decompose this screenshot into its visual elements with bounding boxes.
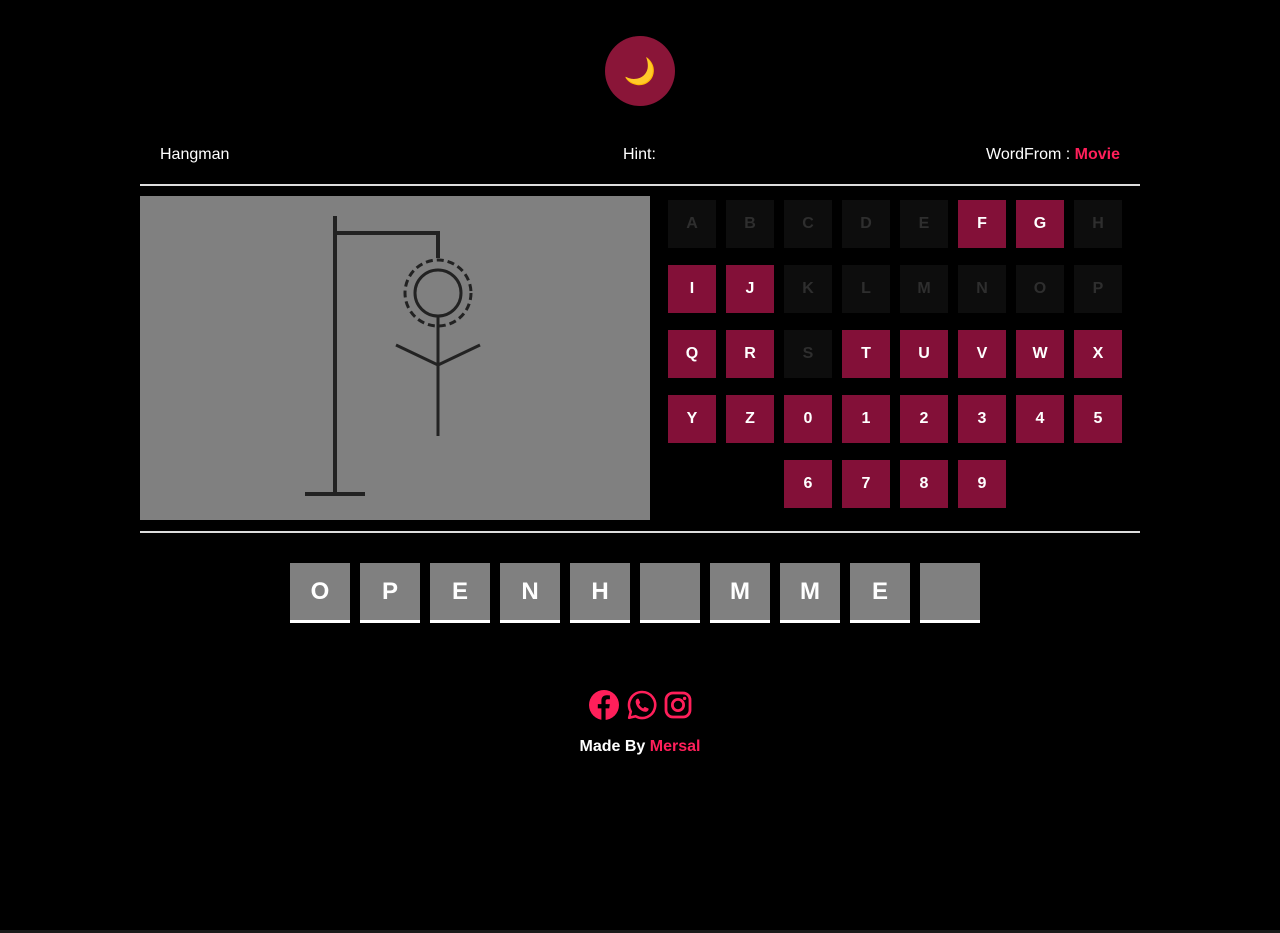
letter-slot [640, 563, 700, 623]
hangman-right-arm [437, 343, 481, 367]
key-f[interactable]: F [958, 200, 1006, 248]
key-z[interactable]: Z [726, 395, 774, 443]
key-g[interactable]: G [1016, 200, 1064, 248]
key-p[interactable]: P [1074, 265, 1122, 313]
key-8[interactable]: 8 [900, 460, 948, 508]
word-category: WordFrom : Movie [986, 146, 1120, 164]
key-e[interactable]: E [900, 200, 948, 248]
divider-bottom [140, 531, 1140, 533]
letter-slot: H [570, 563, 630, 623]
letter-slot [920, 563, 980, 623]
letter-keyboard: ABCDEFGH IJKLMNOP QRSTUVWX YZ012345 6789 [668, 200, 1128, 520]
hangman-drawing [305, 216, 481, 496]
hint-label: Hint: [623, 146, 656, 163]
key-y[interactable]: Y [668, 395, 716, 443]
key-a[interactable]: A [668, 200, 716, 248]
game-header: Hangman Hint: WordFrom : Movie [140, 140, 1140, 170]
key-w[interactable]: W [1016, 330, 1064, 378]
hangman-page: 🌙 Hangman Hint: WordFrom : Movie A B C D… [0, 0, 1280, 933]
key-6[interactable]: 6 [784, 460, 832, 508]
whatsapp-icon[interactable] [626, 689, 658, 721]
key-o[interactable]: O [1016, 265, 1064, 313]
crescent-moon-icon: 🌙 [623, 56, 657, 86]
letter-slot: M [710, 563, 770, 623]
hint: Hint: [623, 146, 656, 164]
key-m[interactable]: M [900, 265, 948, 313]
letter-slot: P [360, 563, 420, 623]
author-link[interactable]: Mersal [650, 738, 701, 755]
key-4[interactable]: 4 [1016, 395, 1064, 443]
key-3[interactable]: 3 [958, 395, 1006, 443]
key-k[interactable]: K [784, 265, 832, 313]
key-0[interactable]: 0 [784, 395, 832, 443]
letter-slot: O [290, 563, 350, 623]
social-links [588, 689, 698, 721]
footer-credit: Made By Mersal [0, 738, 1280, 756]
key-5[interactable]: 5 [1074, 395, 1122, 443]
key-c[interactable]: C [784, 200, 832, 248]
key-n[interactable]: N [958, 265, 1006, 313]
theme-toggle-button[interactable]: 🌙 [605, 36, 675, 106]
key-r[interactable]: R [726, 330, 774, 378]
gallows-panel [140, 196, 650, 520]
wordfrom-label: WordFrom : [986, 146, 1071, 163]
letter-slot: E [850, 563, 910, 623]
letter-slot: N [500, 563, 560, 623]
key-t[interactable]: T [842, 330, 890, 378]
key-1[interactable]: 1 [842, 395, 890, 443]
divider-top [140, 184, 1140, 186]
category-value: Movie [1074, 146, 1120, 163]
key-s[interactable]: S [784, 330, 832, 378]
hangman-head [413, 268, 463, 318]
key-h[interactable]: H [1074, 200, 1122, 248]
key-u[interactable]: U [900, 330, 948, 378]
key-x[interactable]: X [1074, 330, 1122, 378]
hangman-left-arm [395, 343, 439, 367]
instagram-icon[interactable] [662, 689, 694, 721]
key-j[interactable]: J [726, 265, 774, 313]
key-b[interactable]: B [726, 200, 774, 248]
key-i[interactable]: I [668, 265, 716, 313]
key-q[interactable]: Q [668, 330, 716, 378]
letter-slot: M [780, 563, 840, 623]
key-2[interactable]: 2 [900, 395, 948, 443]
key-v[interactable]: V [958, 330, 1006, 378]
made-by-label: Made By [579, 738, 646, 755]
letter-slot: E [430, 563, 490, 623]
key-d[interactable]: D [842, 200, 890, 248]
facebook-icon[interactable] [588, 689, 620, 721]
key-l[interactable]: L [842, 265, 890, 313]
key-7[interactable]: 7 [842, 460, 890, 508]
key-9[interactable]: 9 [958, 460, 1006, 508]
game-title: Hangman [160, 146, 230, 163]
